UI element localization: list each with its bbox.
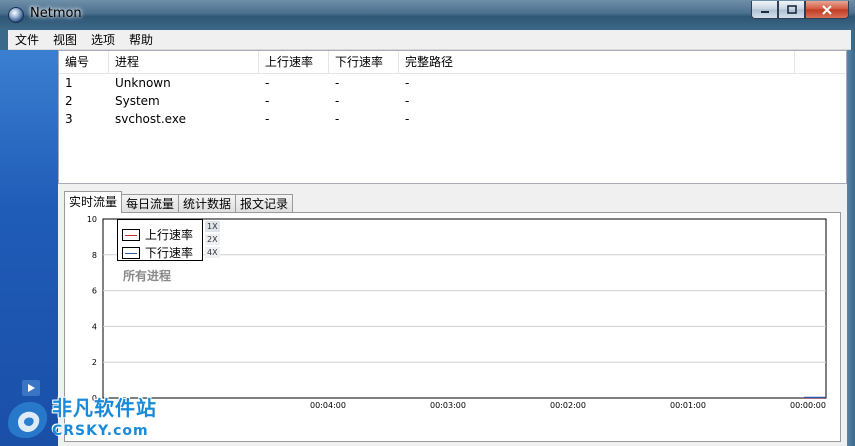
realtime-chart-panel: 10 8 6 4 2 0 00:04:00 00:03:00 00:02:00 00:01:00 0… — [64, 212, 841, 442]
app-window: Netmon 文件 视图 选项 帮助 编号 进程 上行速率 下行速率 完整路径 — [0, 0, 855, 446]
watermark-text: 非凡软件站 — [52, 396, 157, 420]
table-row[interactable]: 3 svchost.exe - - - — [59, 110, 846, 128]
column-header-path[interactable]: 完整路径 — [399, 51, 795, 73]
tab-strip: 实时流量 每日流量 统计数据 报文记录 — [64, 191, 294, 213]
chart-legend: 上行速率 下行速率 — [117, 219, 203, 261]
legend-item-download: 下行速率 — [122, 244, 193, 261]
tab-realtime-traffic[interactable]: 实时流量 — [64, 191, 123, 213]
cell-download: - — [335, 94, 340, 108]
y-tick-label: 10 — [87, 215, 97, 224]
zoom-2x-button[interactable]: 2X — [205, 234, 220, 245]
chart-subtitle: 所有进程 — [123, 269, 172, 283]
cell-process: svchost.exe — [115, 112, 186, 126]
x-tick-label: 00:01:00 — [670, 401, 706, 410]
x-tick-label: 00:03:00 — [430, 401, 466, 410]
legend-label-download: 下行速率 — [145, 246, 194, 260]
cell-process: System — [115, 94, 160, 108]
y-tick-label: 2 — [92, 358, 97, 367]
column-header-download[interactable]: 下行速率 — [329, 51, 399, 73]
menu-bar: 文件 视图 选项 帮助 — [8, 30, 851, 50]
legend-label-upload: 上行速率 — [145, 228, 194, 242]
x-tick-label: 00:04:00 — [310, 401, 346, 410]
x-tick-label: 00:00:00 — [790, 401, 826, 410]
zoom-controls: 1X 2X 4X — [205, 221, 220, 260]
table-row[interactable]: 2 System - - - — [59, 92, 846, 110]
process-list[interactable]: 编号 进程 上行速率 下行速率 完整路径 1 Unknown - - - 2 S… — [58, 50, 847, 184]
column-header-process[interactable]: 进程 — [109, 51, 259, 73]
cell-id: 1 — [65, 76, 73, 90]
close-icon — [822, 4, 832, 15]
cell-download: - — [335, 76, 340, 90]
right-frame — [847, 50, 855, 446]
cell-upload: - — [265, 76, 270, 90]
legend-swatch-upload — [122, 228, 140, 241]
legend-swatch-download — [122, 246, 140, 259]
minimize-button[interactable] — [751, 1, 778, 19]
window-title: Netmon — [30, 6, 82, 21]
cell-path: - — [405, 94, 410, 108]
zoom-4x-button[interactable]: 4X — [205, 247, 220, 258]
cell-id: 3 — [65, 112, 73, 126]
y-tick-label: 6 — [92, 287, 97, 296]
tab-statistics[interactable]: 统计数据 — [178, 194, 237, 213]
cell-process: Unknown — [115, 76, 171, 90]
title-bar[interactable]: Netmon — [0, 0, 855, 30]
cell-upload: - — [265, 94, 270, 108]
cell-download: - — [335, 112, 340, 126]
watermark-subtext: CRSKY.com — [52, 423, 149, 439]
x-tick-label: 00:02:00 — [550, 401, 586, 410]
menu-options[interactable]: 选项 — [84, 30, 122, 50]
menu-help[interactable]: 帮助 — [122, 30, 160, 50]
app-icon — [8, 7, 24, 23]
y-tick-label: 8 — [92, 251, 97, 260]
tab-area: 实时流量 每日流量 统计数据 报文记录 10 8 6 4 2 0 00:04:00 00:03… — [58, 189, 847, 446]
window-controls — [751, 1, 849, 19]
maximize-button[interactable] — [778, 1, 805, 19]
cell-path: - — [405, 76, 410, 90]
menu-file[interactable]: 文件 — [8, 30, 46, 50]
column-header-empty — [795, 51, 845, 73]
column-header-upload[interactable]: 上行速率 — [259, 51, 329, 73]
cell-path: - — [405, 112, 410, 126]
tab-daily-traffic[interactable]: 每日流量 — [121, 194, 180, 213]
cell-id: 2 — [65, 94, 73, 108]
close-button[interactable] — [805, 1, 849, 19]
menu-view[interactable]: 视图 — [46, 30, 84, 50]
legend-item-upload: 上行速率 — [122, 226, 193, 243]
minimize-icon — [760, 10, 769, 13]
table-row[interactable]: 1 Unknown - - - — [59, 74, 846, 92]
zoom-1x-button[interactable]: 1X — [205, 221, 220, 232]
cell-upload: - — [265, 112, 270, 126]
column-header-id[interactable]: 编号 — [59, 51, 109, 73]
maximize-icon — [786, 5, 797, 14]
tab-packet-log[interactable]: 报文记录 — [235, 194, 294, 213]
process-list-header: 编号 进程 上行速率 下行速率 完整路径 — [59, 51, 846, 74]
y-tick-label: 4 — [92, 322, 97, 331]
